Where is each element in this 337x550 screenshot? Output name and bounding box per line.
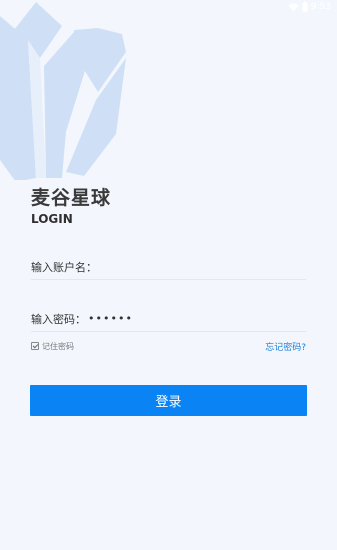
checkbox-checked-icon [31, 342, 39, 350]
app-title: 麦谷星球 [31, 187, 112, 209]
username-input[interactable] [97, 257, 306, 277]
wifi-icon [288, 3, 299, 11]
username-field: 输入账户名： [31, 255, 306, 280]
remember-password-checkbox[interactable]: 记住密码 [31, 341, 74, 352]
password-field: 输入密码： •••••• [31, 307, 306, 332]
status-time: 9:53 [310, 2, 331, 12]
username-label: 输入账户名： [31, 261, 97, 274]
remember-password-label: 记住密码 [42, 341, 74, 351]
login-subtitle: LOGIN [31, 212, 73, 226]
password-label: 输入密码： [31, 313, 86, 326]
forgot-password-link[interactable]: 忘记密码? [265, 340, 306, 353]
login-button[interactable]: 登录 [30, 385, 307, 416]
login-options: 记住密码 忘记密码? [31, 339, 306, 353]
status-icons: 9:53 [288, 2, 331, 12]
password-input[interactable]: •••••• [86, 309, 306, 329]
brand-logo-icon [0, 2, 126, 182]
brand-logo [0, 0, 130, 182]
battery-icon [302, 2, 308, 12]
